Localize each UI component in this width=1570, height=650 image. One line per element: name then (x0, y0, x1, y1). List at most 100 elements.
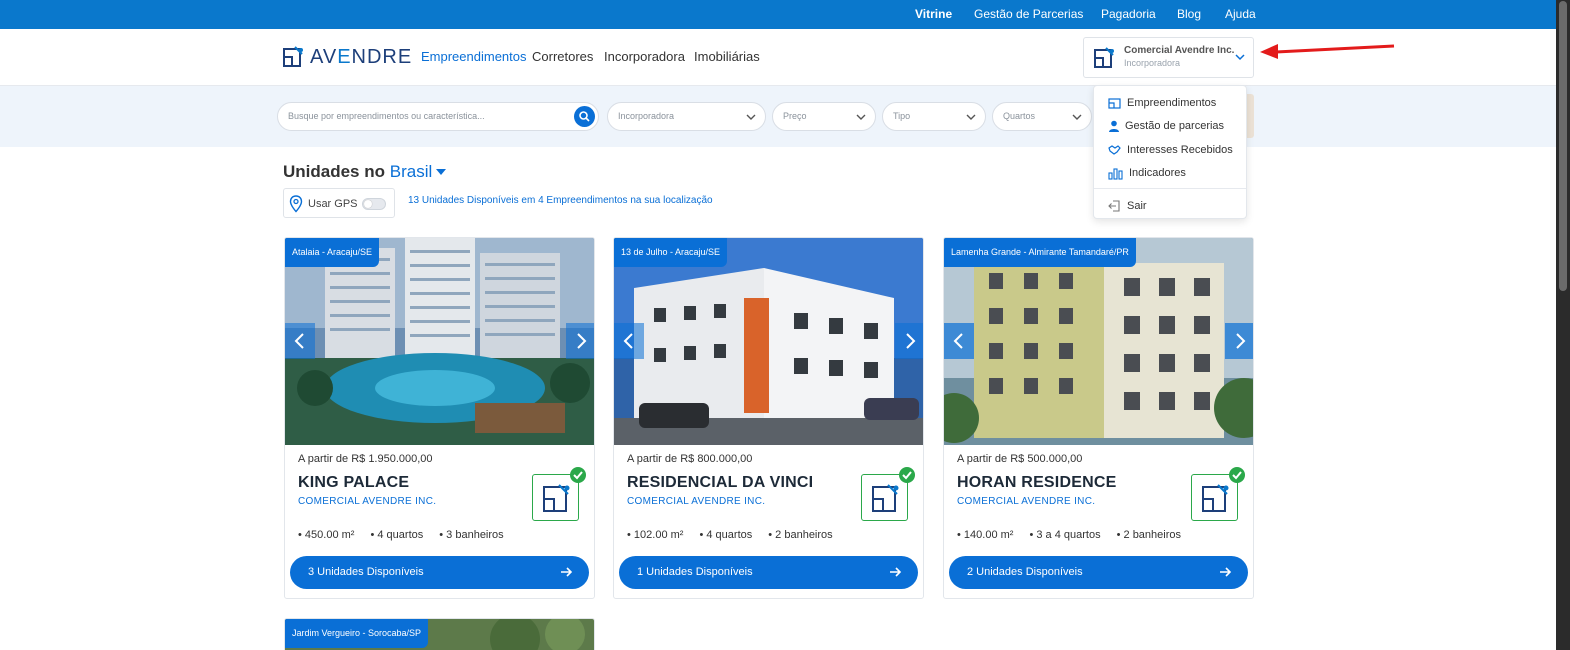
chevron-left-icon (294, 333, 304, 349)
carousel-next-button[interactable] (1225, 323, 1253, 359)
account-role: Incorporadora (1124, 58, 1181, 68)
price: A partir de R$ 800.000,00 (627, 453, 753, 465)
chevron-left-icon (623, 333, 633, 349)
topbar-link-gestao-parcerias[interactable]: Gestão de Parcerias (974, 7, 1083, 21)
chevron-down-icon (746, 114, 756, 120)
price: A partir de R$ 1.950.000,00 (298, 453, 433, 465)
chevron-right-icon (577, 333, 587, 349)
available-units-button[interactable]: 3 Unidades Disponíveis (290, 556, 589, 589)
verified-badge (861, 467, 915, 521)
chevron-down-icon (1072, 114, 1082, 120)
property-name[interactable]: RESIDENCIAL DA VINCI (627, 474, 813, 492)
menu-item-gestao-parcerias[interactable]: Gestão de parcerias (1094, 115, 1246, 137)
verified-badge (532, 467, 586, 521)
topbar-link-blog[interactable]: Blog (1177, 7, 1201, 21)
menu-item-indicadores[interactable]: Indicadores (1094, 162, 1246, 184)
feature-area: 450.00 m² (304, 529, 355, 541)
check-icon (899, 467, 915, 483)
property-name[interactable]: KING PALACE (298, 474, 409, 492)
topbar-link-pagadoria[interactable]: Pagadoria (1101, 7, 1156, 21)
property-card[interactable]: Atalaia - Aracaju/SE A partir de R$ 1.95… (284, 237, 595, 599)
bar-chart-icon (1108, 168, 1123, 180)
preco-select[interactable]: Preço (772, 102, 876, 131)
property-card[interactable]: 13 de Julho - Aracaju/SE A partir de R$ … (613, 237, 924, 599)
available-units-button[interactable]: 1 Unidades Disponíveis (619, 556, 918, 589)
topbar-link-ajuda[interactable]: Ajuda (1225, 7, 1256, 21)
check-icon (1229, 467, 1245, 483)
filter-bar: Busque por empreendimentos ou caracterís… (0, 86, 1556, 147)
nav-empreendimentos[interactable]: Empreendimentos (421, 49, 527, 64)
property-features: • 450.00 m² • 4 quartos • 3 banheiros (298, 529, 504, 541)
nav-corretores[interactable]: Corretores (532, 49, 593, 64)
logout-icon (1108, 200, 1120, 212)
account-dropdown-menu: Empreendimentos Gestão de parcerias Inte… (1093, 85, 1247, 219)
search-icon (579, 111, 590, 122)
menu-item-interesses-recebidos[interactable]: Interesses Recebidos (1094, 139, 1246, 161)
carousel-prev-button[interactable] (285, 323, 315, 359)
feature-rooms: 3 a 4 quartos (1036, 529, 1101, 541)
logo-wordmark: AVENDRE (310, 46, 413, 68)
menu-item-empreendimentos[interactable]: Empreendimentos (1094, 92, 1246, 114)
nav-imobiliarias[interactable]: Imobiliárias (694, 49, 760, 64)
chevron-down-icon (1235, 54, 1245, 61)
location-tag: Atalaia - Aracaju/SE (285, 238, 380, 267)
carousel-next-button[interactable] (566, 323, 594, 359)
feature-rooms: 4 quartos (706, 529, 753, 541)
account-menu-button[interactable]: Comercial Avendre Inc. Incorporadora (1083, 37, 1254, 78)
scrollbar-thumb[interactable] (1559, 1, 1567, 291)
feature-baths: 2 banheiros (1123, 529, 1182, 541)
gps-label: Usar GPS (308, 198, 358, 210)
logo-icon (283, 46, 303, 67)
nav-incorporadora[interactable]: Incorporadora (604, 49, 685, 64)
arrow-right-icon (1220, 567, 1232, 577)
page-scrollbar[interactable] (1556, 0, 1570, 650)
property-features: • 102.00 m² • 4 quartos • 2 banheiros (627, 529, 833, 541)
location-tag: Lamenha Grande - Almirante Tamandaré/PR (944, 238, 1136, 267)
app-root: Vitrine Gestão de Parcerias Pagadoria Bl… (0, 0, 1570, 650)
arrow-right-icon (561, 567, 573, 577)
topbar-link-vitrine[interactable]: Vitrine (915, 7, 952, 21)
company-name[interactable]: COMERCIAL AVENDRE INC. (957, 496, 1095, 507)
chevron-right-icon (1236, 333, 1246, 349)
feature-baths: 3 banheiros (446, 529, 504, 541)
account-name: Comercial Avendre Inc. (1124, 45, 1235, 56)
gps-switch[interactable] (362, 198, 386, 210)
arrow-right-icon (890, 567, 902, 577)
available-units-button[interactable]: 2 Unidades Disponíveis (949, 556, 1248, 589)
property-card[interactable]: Jardim Vergueiro - Sorocaba/SP (284, 618, 595, 650)
feature-baths: 2 banheiros (775, 529, 833, 541)
carousel-prev-button[interactable] (614, 323, 644, 359)
chevron-right-icon (906, 333, 916, 349)
company-name[interactable]: COMERCIAL AVENDRE INC. (627, 496, 765, 507)
property-image: Atalaia - Aracaju/SE (285, 238, 594, 445)
property-name[interactable]: HORAN RESIDENCE (957, 474, 1116, 492)
carousel-next-button[interactable] (895, 323, 923, 359)
carousel-prev-button[interactable] (944, 323, 974, 359)
top-bar: Vitrine Gestão de Parcerias Pagadoria Bl… (0, 0, 1556, 29)
building-icon (1108, 98, 1121, 109)
location-dropdown[interactable]: Brasil (390, 162, 448, 181)
search-input[interactable]: Busque por empreendimentos ou caracterís… (277, 102, 599, 131)
property-image: 13 de Julho - Aracaju/SE (614, 238, 923, 445)
company-logo-icon (1094, 47, 1114, 68)
menu-divider (1094, 188, 1246, 189)
tipo-select[interactable]: Tipo (882, 102, 986, 131)
menu-item-sair[interactable]: Sair (1094, 195, 1246, 217)
location-tag: Jardim Vergueiro - Sorocaba/SP (285, 619, 429, 648)
location-pin-icon (289, 195, 303, 213)
avendre-logo[interactable]: AVENDRE (283, 45, 411, 69)
quartos-select[interactable]: Quartos (992, 102, 1092, 131)
feature-rooms: 4 quartos (377, 529, 424, 541)
check-icon (570, 467, 586, 483)
feature-area: 102.00 m² (633, 529, 684, 541)
chevron-down-icon (856, 114, 866, 120)
search-placeholder: Busque por empreendimentos ou caracterís… (288, 111, 485, 121)
incorporadora-select[interactable]: Incorporadora (607, 102, 766, 131)
gps-toggle-box[interactable]: Usar GPS (283, 188, 395, 218)
company-name[interactable]: COMERCIAL AVENDRE INC. (298, 496, 436, 507)
property-image: Lamenha Grande - Almirante Tamandaré/PR (944, 238, 1253, 445)
search-button[interactable] (574, 106, 595, 127)
property-card[interactable]: Lamenha Grande - Almirante Tamandaré/PR … (943, 237, 1254, 599)
price: A partir de R$ 500.000,00 (957, 453, 1083, 465)
verified-badge (1191, 467, 1245, 521)
